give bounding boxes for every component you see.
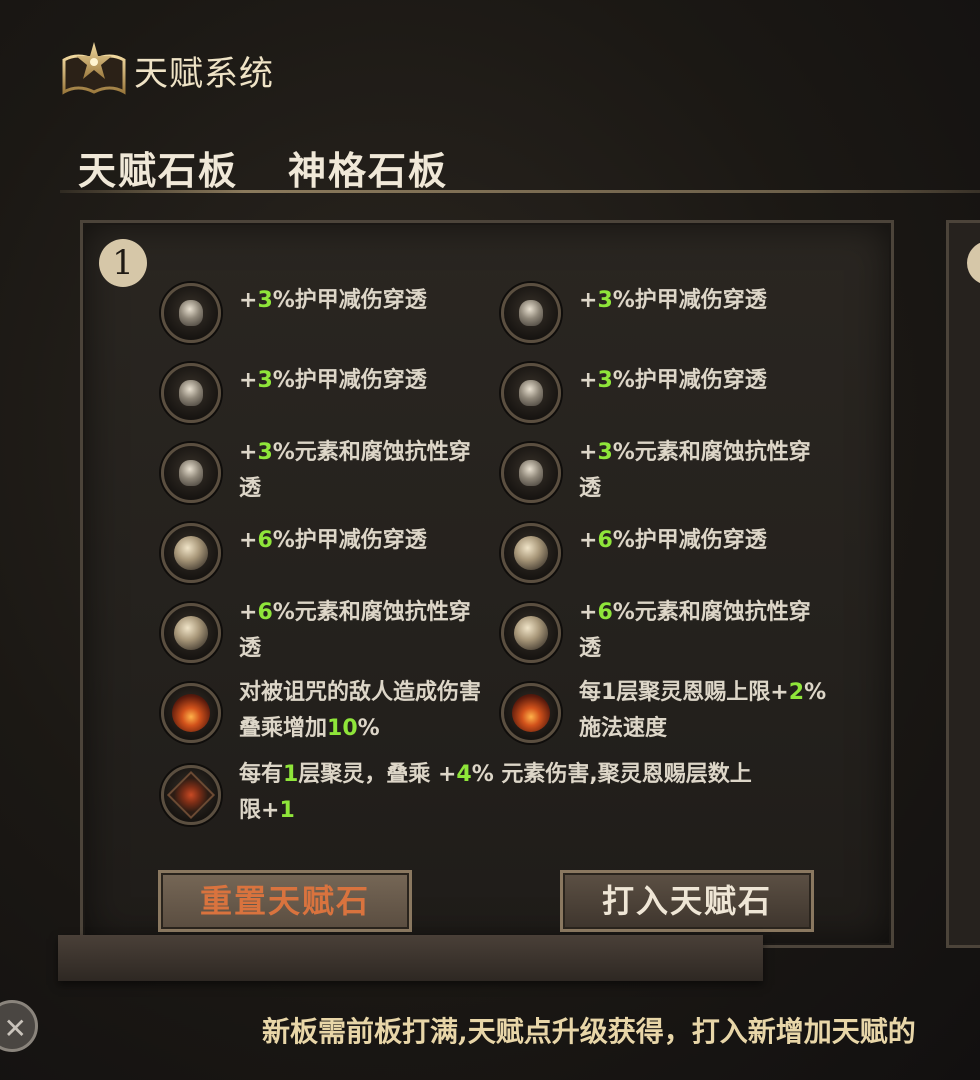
talent-slot[interactable]: 每有1层聚灵，叠乘 +4% 元素伤害,聚灵恩赐层数上 限+1 xyxy=(161,757,752,829)
board-number-badge: 1 xyxy=(99,239,147,287)
tab-divinity-slate[interactable]: 神格石板 xyxy=(288,140,448,195)
rune-stone-icon xyxy=(161,765,221,825)
talent-desc: +3%护甲减伤穿透 xyxy=(239,288,427,313)
talent-desc: +6%元素和腐蚀抗性穿透 xyxy=(239,600,471,661)
small-gem-icon xyxy=(501,283,561,343)
talent-slot[interactable]: +3%护甲减伤穿透 xyxy=(501,363,767,423)
talent-slot[interactable]: +3%护甲减伤穿透 xyxy=(161,283,427,343)
talent-slot[interactable]: 对被诅咒的敌人造成伤害 叠乘增加10% xyxy=(161,675,481,747)
board-number-badge xyxy=(967,241,980,285)
orb-gem-icon xyxy=(501,603,561,663)
talent-desc: +6%元素和腐蚀抗性穿透 xyxy=(579,600,811,661)
talent-slot[interactable]: 每1层聚灵恩赐上限+2% 施法速度 xyxy=(501,675,826,747)
orb-gem-icon xyxy=(161,523,221,583)
orb-gem-icon xyxy=(501,523,561,583)
small-gem-icon xyxy=(161,283,221,343)
fire-gem-icon xyxy=(161,683,221,743)
small-gem-icon xyxy=(501,363,561,423)
system-title: 天赋系统 xyxy=(134,53,274,94)
talent-desc: +3%护甲减伤穿透 xyxy=(239,368,427,393)
header: 天赋系统 xyxy=(58,34,274,106)
talent-board: 1 +3%护甲减伤穿透 +3%护甲减伤穿透 +3%护甲减伤穿透 +3%护甲减伤穿… xyxy=(80,220,894,948)
small-gem-icon xyxy=(161,443,221,503)
tab-talent-slate[interactable]: 天赋石板 xyxy=(78,140,238,195)
talent-desc: +3%元素和腐蚀抗性穿透 xyxy=(239,440,471,501)
board-ledge xyxy=(58,935,763,981)
talent-slot[interactable]: +3%护甲减伤穿透 xyxy=(501,283,767,343)
talent-slot[interactable]: +6%护甲减伤穿透 xyxy=(501,523,767,583)
orb-gem-icon xyxy=(161,603,221,663)
fire-gem-icon xyxy=(501,683,561,743)
talent-slot[interactable]: +3%元素和腐蚀抗性穿透 xyxy=(501,435,811,507)
talent-desc: 每1层聚灵恩赐上限+2% 施法速度 xyxy=(579,680,827,741)
talent-desc: +3%护甲减伤穿透 xyxy=(579,368,767,393)
tab-bar: 天赋石板 神格石板 xyxy=(78,140,448,195)
talent-desc: 每有1层聚灵，叠乘 +4% 元素伤害,聚灵恩赐层数上 限+1 xyxy=(239,762,752,823)
talent-slot[interactable]: +3%护甲减伤穿透 xyxy=(161,363,427,423)
talent-desc: 对被诅咒的敌人造成伤害 叠乘增加10% xyxy=(239,680,482,741)
tab-divider xyxy=(60,190,980,193)
talent-desc: +3%元素和腐蚀抗性穿透 xyxy=(579,440,811,501)
small-gem-icon xyxy=(501,443,561,503)
open-book-star-icon xyxy=(62,42,126,95)
insert-talent-stone-button[interactable]: 打入天赋石 xyxy=(560,870,814,932)
hint-text: 新板需前板打满,天赋点升级获得，打入新增加天赋的 xyxy=(262,1015,916,1048)
talent-desc: +3%护甲减伤穿透 xyxy=(579,288,767,313)
reset-talent-stone-button[interactable]: 重置天赋石 xyxy=(158,870,412,932)
next-talent-board[interactable] xyxy=(946,220,980,948)
talent-slot[interactable]: +6%护甲减伤穿透 xyxy=(161,523,427,583)
talent-desc: +6%护甲减伤穿透 xyxy=(579,528,767,553)
talent-slot[interactable]: +6%元素和腐蚀抗性穿透 xyxy=(161,595,471,667)
talent-slot[interactable]: +6%元素和腐蚀抗性穿透 xyxy=(501,595,811,667)
close-icon[interactable]: ✕ xyxy=(0,1000,38,1052)
talent-desc: +6%护甲减伤穿透 xyxy=(239,528,427,553)
small-gem-icon xyxy=(161,363,221,423)
talent-slot[interactable]: +3%元素和腐蚀抗性穿透 xyxy=(161,435,471,507)
